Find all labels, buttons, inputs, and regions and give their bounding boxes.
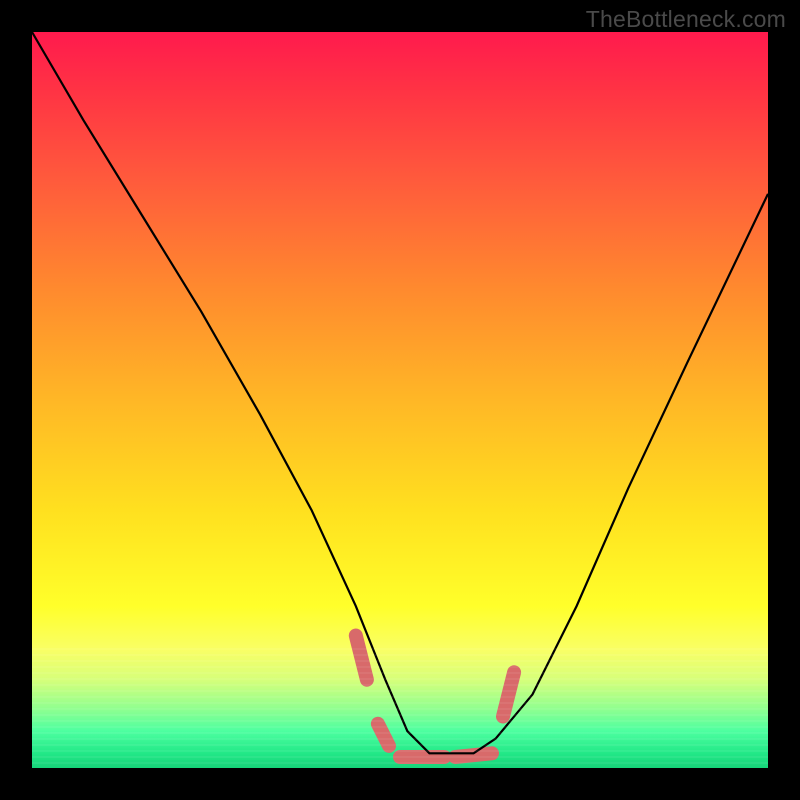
dash-segment-1	[378, 724, 389, 746]
bottleneck-curve	[32, 32, 768, 753]
attribution-text: TheBottleneck.com	[586, 6, 786, 33]
plot-area	[32, 32, 768, 768]
dash-segment-4	[503, 672, 514, 716]
chart-frame: TheBottleneck.com	[0, 0, 800, 800]
curve-svg	[32, 32, 768, 768]
dash-segment-0	[356, 636, 367, 680]
dash-group	[356, 636, 514, 758]
